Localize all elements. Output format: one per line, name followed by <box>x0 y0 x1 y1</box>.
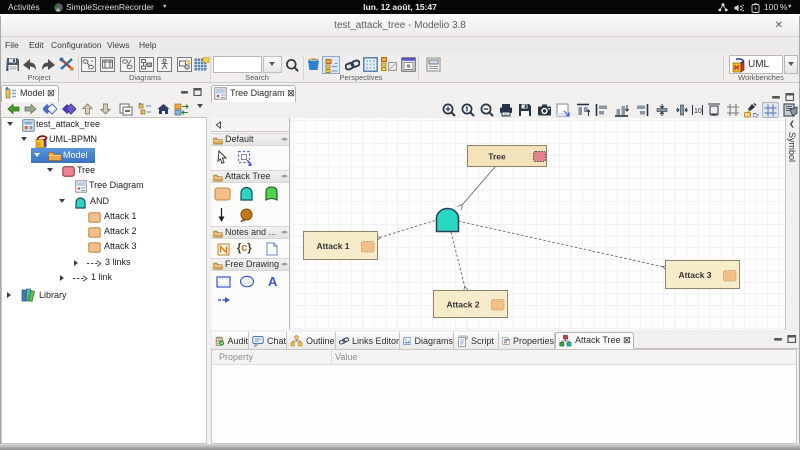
svg-text:Attack 1: Attack 1 <box>316 241 349 251</box>
svg-text:Attack 3: Attack 3 <box>678 270 711 280</box>
svg-text:Attack 2: Attack 2 <box>446 300 479 310</box>
svg-text:10: 10 <box>694 108 702 115</box>
svg-text:Tree: Tree <box>488 152 506 162</box>
